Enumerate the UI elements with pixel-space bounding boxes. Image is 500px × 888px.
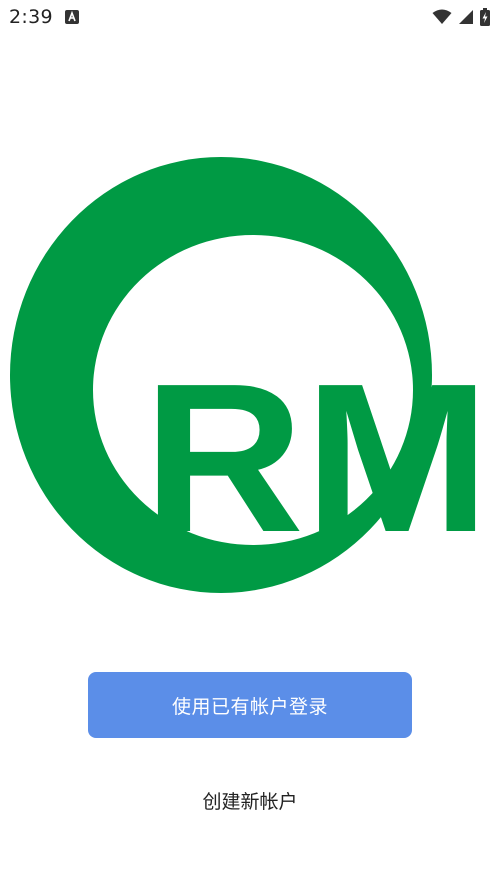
status-bar: 2:39	[0, 0, 500, 36]
a-letter-notification-icon	[65, 10, 79, 24]
welcome-screen: 2:39 RM 使用已有帐户登录 创建新帐户	[0, 0, 500, 888]
logo-text: RM	[143, 339, 490, 576]
cell-signal-icon	[459, 10, 473, 24]
status-time: 2:39	[9, 6, 53, 28]
battery-charging-icon	[480, 8, 490, 26]
wifi-icon	[432, 9, 452, 24]
rm-logo: RM	[10, 157, 490, 593]
status-icons	[432, 7, 490, 27]
create-account-link[interactable]: 创建新帐户	[150, 784, 350, 816]
login-existing-account-button[interactable]: 使用已有帐户登录	[88, 672, 412, 738]
